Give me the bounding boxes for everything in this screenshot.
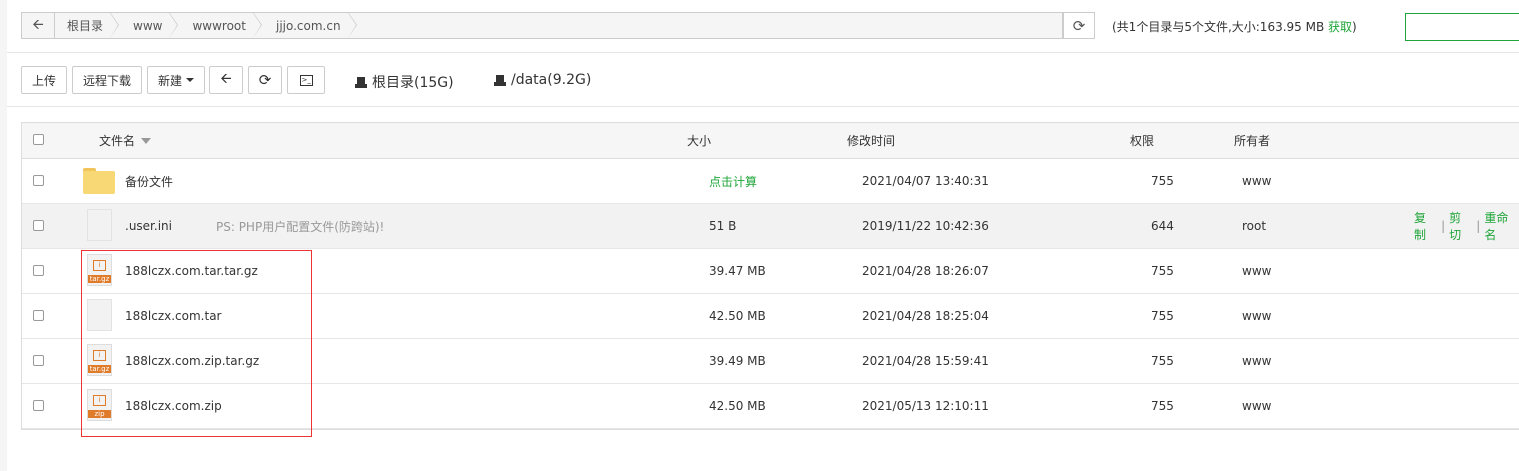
row-checkbox[interactable] — [33, 175, 44, 186]
file-owner[interactable]: www — [1242, 249, 1271, 293]
summary-close: ) — [1352, 20, 1357, 34]
row-checkbox[interactable] — [33, 265, 44, 276]
file-size: 39.49 MB — [709, 354, 766, 368]
breadcrumb-label: www — [133, 18, 163, 33]
refresh-button[interactable]: ⟳ — [248, 66, 282, 94]
folder-icon — [83, 168, 115, 194]
table-header: 文件名 大小 修改时间 权限 所有者 — [22, 123, 1519, 159]
refresh-icon: ⟳ — [1072, 16, 1086, 35]
select-all-checkbox[interactable] — [33, 134, 44, 145]
upload-label: 上传 — [31, 73, 56, 88]
summary-text: (共1个目录与5个文件,大小:163.95 MB — [1112, 20, 1329, 34]
file-perm[interactable]: 755 — [1151, 249, 1174, 293]
header-mtime[interactable]: 修改时间 — [847, 123, 895, 158]
breadcrumb-www[interactable]: www — [121, 12, 180, 38]
header-name[interactable]: 文件名 — [99, 123, 152, 158]
path-back-button[interactable]: 🡨 — [22, 13, 55, 38]
file-size: 42.50 MB — [709, 399, 766, 413]
path-refresh-button[interactable]: ⟳ — [1063, 12, 1095, 39]
remote-download-label: 远程下载 — [82, 73, 131, 88]
arrow-left-icon: 🡨 — [220, 71, 232, 87]
breadcrumb-label: wwwroot — [192, 18, 246, 33]
breadcrumb-site[interactable]: jjjo.com.cn — [264, 12, 359, 38]
row-checkbox[interactable] — [33, 220, 44, 231]
disk-label: 根目录(15G) — [372, 75, 454, 91]
divider — [7, 106, 1519, 107]
new-label: 新建 — [157, 73, 182, 88]
calc-size-link[interactable]: 点击计算 — [709, 159, 757, 203]
breadcrumb-wwwroot[interactable]: wwwroot — [180, 12, 264, 38]
copy-link[interactable]: 复制 — [1414, 209, 1437, 243]
upload-button[interactable]: 上传 — [21, 66, 67, 94]
header-size[interactable]: 大小 — [687, 123, 711, 158]
row-checkbox[interactable] — [33, 400, 44, 411]
breadcrumb-root[interactable]: 根目录 — [55, 12, 121, 38]
divider — [7, 52, 1519, 53]
header-owner-label: 所有者 — [1234, 134, 1271, 148]
cut-link[interactable]: 剪切 — [1449, 209, 1472, 243]
file-owner[interactable]: www — [1242, 384, 1271, 428]
ops-separator: | — [1441, 219, 1446, 233]
file-icon — [87, 209, 112, 241]
disk-root[interactable]: 根目录(15G) — [355, 72, 454, 92]
header-owner[interactable]: 所有者 — [1234, 123, 1270, 158]
file-perm[interactable]: 755 — [1151, 384, 1174, 428]
row-checkbox[interactable] — [33, 310, 44, 321]
ops-separator: | — [1476, 219, 1481, 233]
file-mtime: 2021/04/07 13:40:31 — [862, 174, 989, 188]
hdd-icon — [494, 74, 506, 86]
refresh-icon: ⟳ — [258, 71, 272, 89]
terminal-button[interactable]: >_ — [287, 66, 325, 94]
back-button[interactable]: 🡨 — [209, 66, 243, 94]
file-mtime: 2021/04/28 18:26:07 — [862, 264, 989, 278]
header-mtime-label: 修改时间 — [847, 134, 896, 148]
rename-link[interactable]: 重命名 — [1484, 209, 1519, 243]
header-name-label: 文件名 — [99, 134, 136, 148]
directory-summary: (共1个目录与5个文件,大小:163.95 MB 获取) — [1112, 18, 1357, 35]
file-size: 51 B — [709, 219, 737, 233]
file-perm[interactable]: 755 — [1151, 339, 1174, 383]
arrow-left-icon: 🡨 — [32, 16, 44, 33]
get-size-link[interactable]: 获取 — [1328, 20, 1352, 34]
disk-label: /data(9.2G) — [511, 72, 592, 88]
table-row[interactable]: .user.ini PS: PHP用户配置文件(防跨站)! 51 B 2019/… — [22, 204, 1519, 249]
file-size: 39.47 MB — [709, 264, 766, 278]
terminal-icon: >_ — [299, 74, 313, 86]
new-dropdown-button[interactable]: 新建 — [147, 66, 205, 94]
hdd-icon — [355, 76, 367, 88]
file-perm[interactable]: 755 — [1151, 159, 1174, 203]
header-perm[interactable]: 权限 — [1130, 123, 1154, 158]
file-size: 42.50 MB — [709, 309, 766, 323]
file-owner[interactable]: www — [1242, 294, 1271, 338]
highlight-annotation-box — [81, 250, 312, 437]
file-name[interactable]: .user.ini — [125, 219, 172, 233]
search-input[interactable] — [1405, 13, 1519, 41]
file-name-group: .user.ini PS: PHP用户配置文件(防跨站)! — [125, 204, 384, 248]
file-owner[interactable]: root — [1242, 204, 1266, 248]
header-perm-label: 权限 — [1130, 134, 1155, 148]
file-perm[interactable]: 755 — [1151, 294, 1174, 338]
file-name[interactable]: 备份文件 — [125, 159, 173, 203]
header-size-label: 大小 — [687, 134, 712, 148]
file-mtime: 2021/04/28 18:25:04 — [862, 309, 989, 323]
remote-download-button[interactable]: 远程下载 — [72, 66, 142, 94]
breadcrumb-label: 根目录 — [67, 19, 104, 33]
file-mtime: 2019/11/22 10:42:36 — [862, 219, 989, 233]
file-mtime: 2021/04/28 15:59:41 — [862, 354, 989, 368]
path-bar: 🡨 根目录 www wwwroot jjjo.com.cn — [21, 12, 1063, 39]
row-checkbox[interactable] — [33, 355, 44, 366]
caret-down-icon — [186, 78, 194, 82]
breadcrumb-label: jjjo.com.cn — [275, 18, 341, 33]
sort-caret-icon — [141, 137, 152, 144]
file-perm[interactable]: 644 — [1151, 204, 1174, 248]
file-note: PS: PHP用户配置文件(防跨站)! — [215, 219, 385, 234]
disk-data[interactable]: /data(9.2G) — [494, 72, 591, 88]
table-row[interactable]: 备份文件 点击计算 2021/04/07 13:40:31 755 www — [22, 159, 1519, 204]
file-owner[interactable]: www — [1242, 159, 1271, 203]
file-mtime: 2021/05/13 12:10:11 — [862, 399, 989, 413]
row-operations: 复制 | 剪切 | 重命名 — [1414, 204, 1519, 248]
file-owner[interactable]: www — [1242, 339, 1271, 383]
